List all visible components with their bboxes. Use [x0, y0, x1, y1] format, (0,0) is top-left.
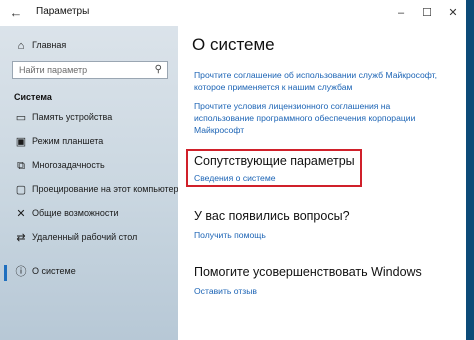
info-icon: ⓘ: [15, 266, 27, 278]
get-help-link[interactable]: Получить помощь: [194, 229, 442, 241]
sidebar: ⌂ Главная Найти параметр ⚲ Система ▭ Пам…: [0, 26, 179, 340]
main-content: О системе Прочтите соглашение об использ…: [178, 26, 466, 340]
desktop-edge: [466, 0, 474, 340]
questions-heading: У вас появились вопросы?: [194, 209, 350, 223]
sidebar-item-label: Удаленный рабочий стол: [32, 232, 138, 242]
multitasking-icon: ⧉: [17, 160, 25, 172]
sidebar-item-tablet-mode[interactable]: ▣ Режим планшета: [0, 132, 178, 152]
storage-icon: ▭: [15, 112, 27, 124]
sidebar-item-label: Главная: [32, 40, 67, 50]
maximize-button[interactable]: ☐: [414, 0, 440, 26]
sidebar-item-label: О системе: [32, 266, 76, 276]
sidebar-item-shared-experiences[interactable]: ✕ Общие возможности: [0, 204, 178, 224]
sidebar-item-label: Общие возможности: [32, 208, 119, 218]
feedback-link[interactable]: Оставить отзыв: [194, 285, 442, 297]
window-title: Параметры: [36, 6, 90, 17]
tablet-mode-icon: ▣: [15, 136, 27, 148]
related-settings-heading: Сопутствующие параметры: [194, 154, 355, 168]
settings-window: ← Параметры – ☐ ✕ ⌂ Главная Найти параме…: [0, 0, 474, 340]
close-button[interactable]: ✕: [440, 0, 466, 26]
sidebar-item-multitasking[interactable]: ⧉ Многозадачность: [0, 156, 178, 176]
title-bar: ← Параметры – ☐ ✕: [0, 0, 466, 26]
search-icon[interactable]: ⚲: [155, 64, 162, 75]
improve-windows-heading: Помогите усовершенствовать Windows: [194, 265, 422, 279]
sidebar-section-title: Система: [14, 92, 52, 102]
sidebar-item-label: Многозадачность: [32, 160, 105, 170]
remote-desktop-icon: ⇄: [16, 232, 26, 244]
search-placeholder: Найти параметр: [19, 65, 88, 75]
sidebar-item-storage[interactable]: ▭ Память устройства: [0, 108, 178, 128]
sidebar-item-label: Режим планшета: [32, 136, 104, 146]
page-title: О системе: [192, 35, 275, 54]
system-info-link[interactable]: Сведения о системе: [194, 172, 442, 184]
license-terms-link[interactable]: Прочтите условия лицензионного соглашени…: [194, 100, 442, 136]
home-icon: ⌂: [17, 40, 25, 52]
sidebar-item-label: Проецирование на этот компьютер: [32, 184, 179, 194]
sidebar-item-home[interactable]: ⌂ Главная: [0, 36, 178, 56]
sidebar-item-projection[interactable]: ▢ Проецирование на этот компьютер: [0, 180, 179, 200]
sidebar-item-label: Память устройства: [32, 112, 113, 122]
projection-icon: ▢: [15, 184, 27, 196]
back-arrow-icon[interactable]: ←: [8, 5, 24, 21]
services-agreement-link[interactable]: Прочтите соглашение об использовании слу…: [194, 69, 442, 93]
sidebar-item-remote-desktop[interactable]: ⇄ Удаленный рабочий стол: [0, 228, 178, 248]
minimize-button[interactable]: –: [388, 0, 414, 26]
sidebar-item-about[interactable]: ⓘ О системе: [0, 262, 178, 282]
shared-experiences-icon: ✕: [16, 208, 26, 220]
search-input[interactable]: Найти параметр ⚲: [12, 61, 168, 79]
